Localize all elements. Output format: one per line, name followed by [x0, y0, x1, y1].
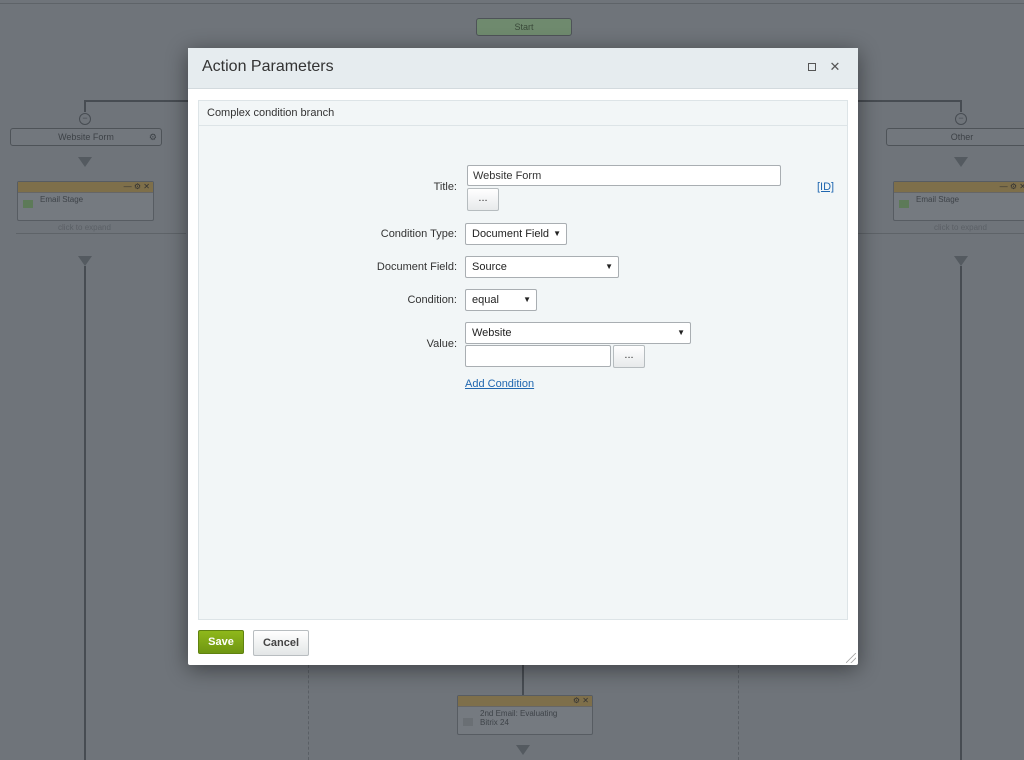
start-node[interactable]: Start [476, 18, 572, 36]
expand-hint[interactable]: click to expand [893, 223, 1024, 232]
activity-toolbar: — ⚙ ✕ [894, 182, 1024, 193]
remove-branch-right-icon[interactable]: − [955, 113, 967, 125]
activity-email-stage-right[interactable]: — ⚙ ✕ Email Stage [893, 181, 1024, 221]
condition-type-label: Condition Type: [380, 228, 457, 240]
title-label: Title: [433, 181, 457, 193]
activity-toolbar: ⚙ ✕ [458, 696, 592, 707]
close-icon[interactable]: ✕ [828, 60, 842, 74]
right-flow-line [960, 266, 962, 760]
dropdown-arrow-icon: ▼ [553, 229, 561, 238]
id-link[interactable]: [ID] [817, 181, 834, 193]
condition-select[interactable]: equal ▼ [465, 289, 537, 311]
email-icon [463, 718, 473, 726]
cancel-button[interactable]: Cancel [253, 630, 309, 656]
dropdown-arrow-icon: ▼ [605, 262, 613, 271]
center-flow-line [522, 665, 524, 695]
title-ellipsis-button[interactable]: ... [467, 188, 499, 211]
flow-arrow-icon [78, 157, 92, 167]
value-select[interactable]: Website ▼ [465, 322, 691, 344]
dialog-header[interactable]: Action Parameters ✕ [188, 48, 858, 89]
activity-email-stage-left[interactable]: — ⚙ ✕ Email Stage [17, 181, 154, 221]
email-icon [23, 200, 33, 208]
remove-branch-left-icon[interactable]: − [79, 113, 91, 125]
condition-label: Condition: [407, 294, 457, 306]
branch-right-stub [960, 100, 962, 112]
value-label: Value: [426, 338, 457, 350]
content-panel: Complex condition branch Title: ... [ID]… [198, 100, 848, 620]
activity-label: Email Stage [40, 195, 84, 204]
flow-arrow-icon [954, 157, 968, 167]
activity-toolbar: — ⚙ ✕ [18, 182, 153, 193]
action-parameters-dialog: Action Parameters ✕ Complex condition br… [188, 48, 858, 665]
expand-hint[interactable]: click to expand [17, 223, 152, 232]
dashed-guide [738, 665, 739, 760]
left-flow-line [84, 266, 86, 760]
dropdown-arrow-icon: ▼ [523, 295, 531, 304]
activity-label: Email Stage [916, 195, 960, 204]
value-ellipsis-button[interactable]: ... [613, 345, 645, 368]
branch-node-website-form[interactable]: Website Form ⚙ [10, 128, 162, 146]
divider [16, 233, 186, 234]
flow-arrow-icon [954, 256, 968, 266]
dialog-title: Action Parameters [202, 58, 334, 75]
condition-type-select[interactable]: Document Field ▼ [465, 223, 567, 245]
resize-grip-icon[interactable] [846, 653, 856, 663]
document-field-select[interactable]: Source ▼ [465, 256, 619, 278]
branch-left-stub [84, 100, 86, 112]
save-button[interactable]: Save [198, 630, 244, 654]
activity-label: 2nd Email: Evaluating [480, 709, 558, 718]
activity-2nd-email[interactable]: ⚙ ✕ 2nd Email: Evaluating Bitrix 24 [457, 695, 593, 735]
section-header: Complex condition branch [199, 101, 847, 126]
maximize-icon[interactable] [805, 60, 819, 74]
divider [858, 233, 1024, 234]
flow-arrow-icon [516, 745, 530, 755]
value-text-input[interactable] [465, 345, 611, 367]
gear-icon[interactable]: ⚙ [149, 129, 157, 145]
document-field-value: Source [472, 261, 507, 273]
title-input[interactable] [467, 165, 781, 186]
condition-value: equal [472, 294, 499, 306]
email-icon [899, 200, 909, 208]
dropdown-arrow-icon: ▼ [677, 328, 685, 337]
canvas-top-border [0, 3, 1024, 4]
branch-node-label: Website Form [58, 132, 114, 142]
add-condition-link[interactable]: Add Condition [465, 378, 534, 390]
condition-type-value: Document Field [472, 228, 550, 240]
activity-label: Bitrix 24 [480, 718, 509, 727]
branch-node-other[interactable]: Other [886, 128, 1024, 146]
start-node-label: Start [514, 22, 534, 32]
value-selected: Website [472, 327, 512, 339]
document-field-label: Document Field: [376, 261, 457, 273]
dashed-guide [308, 665, 309, 760]
branch-node-label: Other [950, 132, 974, 142]
flow-arrow-icon [78, 256, 92, 266]
